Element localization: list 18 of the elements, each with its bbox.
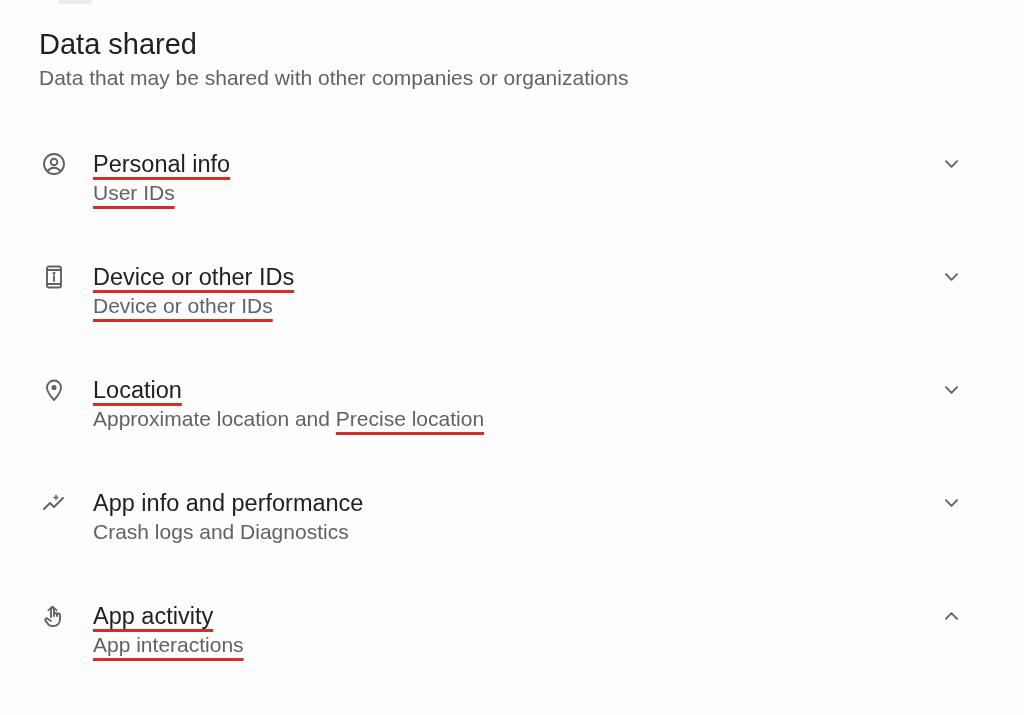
- chevron-up-icon[interactable]: [945, 612, 958, 620]
- category-title: Personal info: [93, 150, 231, 179]
- category-details: User IDs: [93, 181, 175, 206]
- category-details: App interactions: [93, 633, 244, 658]
- category-details: Crash logs and Diagnostics: [93, 520, 349, 545]
- category-details: Device or other IDs: [93, 294, 273, 319]
- category-title: Location: [93, 376, 182, 405]
- category-title: Device or other IDs: [93, 263, 295, 292]
- account-circle-icon: [42, 152, 66, 176]
- chevron-down-icon[interactable]: [945, 499, 958, 507]
- category-title: App activity: [93, 602, 214, 631]
- category-title: App info and performance: [93, 489, 364, 518]
- section-description: Data that may be shared with other companies or organizations: [39, 65, 629, 91]
- category-details: Approximate location and Precise location: [93, 407, 485, 432]
- chevron-down-icon[interactable]: [945, 160, 958, 168]
- chevron-down-icon[interactable]: [945, 386, 958, 394]
- section-title: Data shared: [39, 27, 197, 61]
- chevron-down-icon[interactable]: [945, 273, 958, 281]
